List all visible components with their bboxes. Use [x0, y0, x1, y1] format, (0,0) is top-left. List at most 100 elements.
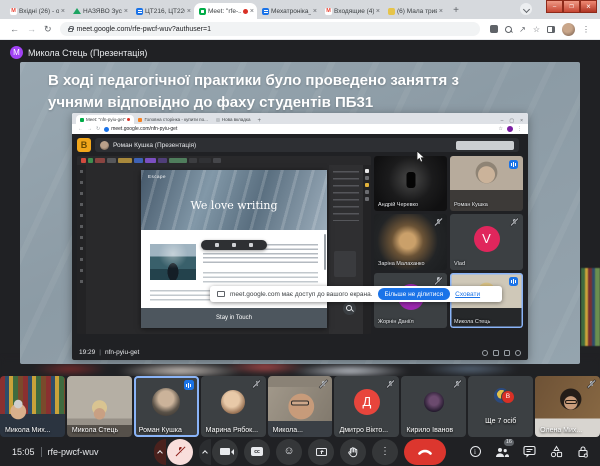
- url-input[interactable]: meet.google.com/rfe-pwcf-wuv?authuser=1: [60, 22, 480, 36]
- screen-share-notification: meet.google.com має доступ до вашого екр…: [210, 286, 502, 302]
- article-photo: [150, 244, 196, 280]
- forward-icon: →: [87, 126, 92, 132]
- participant-name: Дмитро Вікто...: [339, 427, 388, 434]
- avatar: [424, 392, 444, 412]
- nested-tab-shop: Головна сторінка - купити по...: [134, 115, 211, 124]
- lock-icon: [68, 28, 73, 32]
- close-icon[interactable]: [61, 8, 65, 15]
- video-tile[interactable]: Марина Рябок...: [201, 376, 266, 437]
- reload-icon: ↻: [96, 126, 100, 132]
- video-tile[interactable]: Микола...: [268, 376, 333, 437]
- hero-title: We love writing: [141, 199, 327, 212]
- end-call-button[interactable]: [404, 439, 446, 465]
- browser-menu-icon: ⋮: [517, 126, 522, 132]
- meeting-details-button[interactable]: [468, 445, 482, 459]
- forward-icon[interactable]: [27, 25, 36, 34]
- activities-shapes-icon: [550, 445, 563, 458]
- gmail-icon: [10, 8, 17, 15]
- video-tile[interactable]: Олена Мих...: [535, 376, 600, 437]
- hide-link: Сховати: [455, 291, 480, 298]
- extension-icon[interactable]: [490, 25, 498, 33]
- minimize-icon: –: [501, 118, 504, 124]
- browser-tab-strip: Вхідні (26) - o... НАЗЯВО Зустр... ЦТ216…: [0, 0, 600, 19]
- people-icon: [493, 350, 499, 356]
- mic-off-icon: [434, 277, 442, 286]
- tab-search-chevron-icon[interactable]: [520, 3, 532, 15]
- url-text: meet.google.com/nfn-pyiu-get: [111, 126, 177, 132]
- camera-icon: [220, 448, 230, 455]
- close-icon[interactable]: [250, 8, 254, 15]
- notification-text: meet.google.com має доступ до вашого екр…: [230, 291, 373, 298]
- presenter-chip: М Микола Стець (Презентація): [10, 46, 147, 59]
- zoom-icon[interactable]: [505, 26, 512, 33]
- mic-mute-button[interactable]: [167, 439, 193, 465]
- profile-avatar: [507, 126, 513, 132]
- nested-bottom-icons: [482, 350, 521, 356]
- browser-address-bar: meet.google.com/rfe-pwcf-wuv?authuser=1: [0, 19, 600, 40]
- video-tile[interactable]: Роман Кушка: [134, 376, 199, 437]
- close-icon[interactable]: [313, 8, 317, 15]
- more-options-button[interactable]: [372, 439, 398, 465]
- close-window-button[interactable]: [580, 0, 597, 13]
- close-icon[interactable]: [187, 8, 191, 15]
- more-vertical-icon: [380, 447, 390, 457]
- back-icon: ←: [78, 126, 83, 132]
- page-icon: [388, 8, 395, 15]
- new-tab-button[interactable]: [449, 4, 463, 18]
- activities-button[interactable]: [549, 445, 563, 459]
- browser-tab-inbox[interactable]: Вхідні (26) - o...: [5, 3, 68, 19]
- bookmark-star-icon[interactable]: [533, 25, 540, 34]
- camera-control-group: [199, 439, 238, 465]
- people-panel-button[interactable]: 16: [495, 445, 509, 459]
- mic-options-chevron[interactable]: [154, 439, 166, 465]
- mic-off-icon: [453, 380, 461, 389]
- clock: 19:29: [79, 349, 95, 356]
- side-panel-icon[interactable]: [547, 26, 555, 33]
- chat-panel-button[interactable]: [522, 445, 536, 459]
- stop-sharing-button: Більше не ділитися: [378, 288, 451, 300]
- camera-button[interactable]: [212, 439, 238, 465]
- tab-label: Вхідні (26) - o...: [19, 8, 59, 15]
- meeting-panels: 16: [468, 437, 590, 466]
- nested-tab-new: Нова вкладка: [212, 115, 255, 124]
- video-tile[interactable]: Кирило Іванов: [401, 376, 466, 437]
- browser-tab-mechatronika[interactable]: Мехатроніка_...: [257, 3, 320, 19]
- mic-control-group: [154, 439, 193, 465]
- participant-name: Олена Мих...: [540, 427, 582, 434]
- video-tile[interactable]: Микола Мих...: [0, 376, 65, 437]
- reload-icon[interactable]: [44, 25, 52, 34]
- chat-icon: [523, 445, 536, 458]
- raise-hand-button[interactable]: [340, 439, 366, 465]
- maximize-button[interactable]: [563, 0, 580, 13]
- share-icon[interactable]: [519, 25, 526, 34]
- close-icon[interactable]: [124, 8, 128, 15]
- reactions-button[interactable]: [276, 439, 302, 465]
- host-controls-button[interactable]: [576, 445, 590, 459]
- browser-menu-icon[interactable]: [582, 25, 590, 34]
- close-icon[interactable]: [376, 8, 380, 15]
- glasses-detail: [565, 400, 577, 404]
- video-tile: Андрій Черевко: [374, 156, 447, 211]
- overflow-tile[interactable]: В Ще 7 осіб: [468, 376, 533, 437]
- more-participants-label: Ще 7 осіб: [468, 418, 533, 425]
- profile-avatar[interactable]: [562, 23, 575, 36]
- present-button[interactable]: [308, 439, 334, 465]
- browser-tab-nazyavo[interactable]: НАЗЯВО Зустр...: [68, 3, 131, 19]
- globe-icon: [104, 127, 109, 132]
- back-icon[interactable]: [10, 25, 19, 34]
- nested-url: meet.google.com/nfn-pyiu-get: [104, 126, 177, 132]
- call-controls: cc: [154, 439, 446, 465]
- close-icon[interactable]: [439, 8, 443, 15]
- browser-tab-mala-tryvoha[interactable]: (6) Мала триво...: [383, 3, 446, 19]
- minimize-button[interactable]: [546, 0, 563, 13]
- presenter-avatar: М: [10, 46, 23, 59]
- glasses-detail: [291, 400, 309, 405]
- browser-tab-meet-active[interactable]: Meet: "rfe-...": [194, 3, 257, 19]
- video-tile[interactable]: Д Дмитро Вікто...: [334, 376, 399, 437]
- browser-tab-ct216[interactable]: ЦТ216, ЦТ226...: [131, 3, 194, 19]
- captions-button[interactable]: cc: [244, 439, 270, 465]
- video-tile[interactable]: Микола Стець: [67, 376, 132, 437]
- browser-tab-inbox-ru[interactable]: Входящие (4) -...: [320, 3, 383, 19]
- webpage-canvas: Escape We love writing Stay in Touch: [141, 170, 327, 328]
- camera-options-chevron[interactable]: [199, 439, 211, 465]
